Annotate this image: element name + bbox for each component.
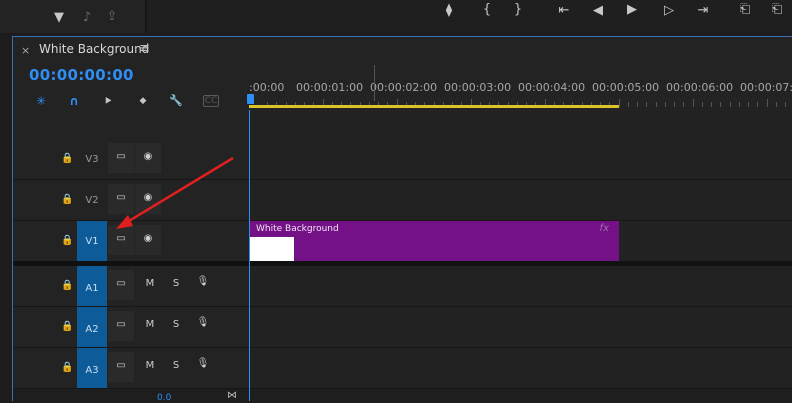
annotation-arrow-icon [116, 156, 234, 229]
